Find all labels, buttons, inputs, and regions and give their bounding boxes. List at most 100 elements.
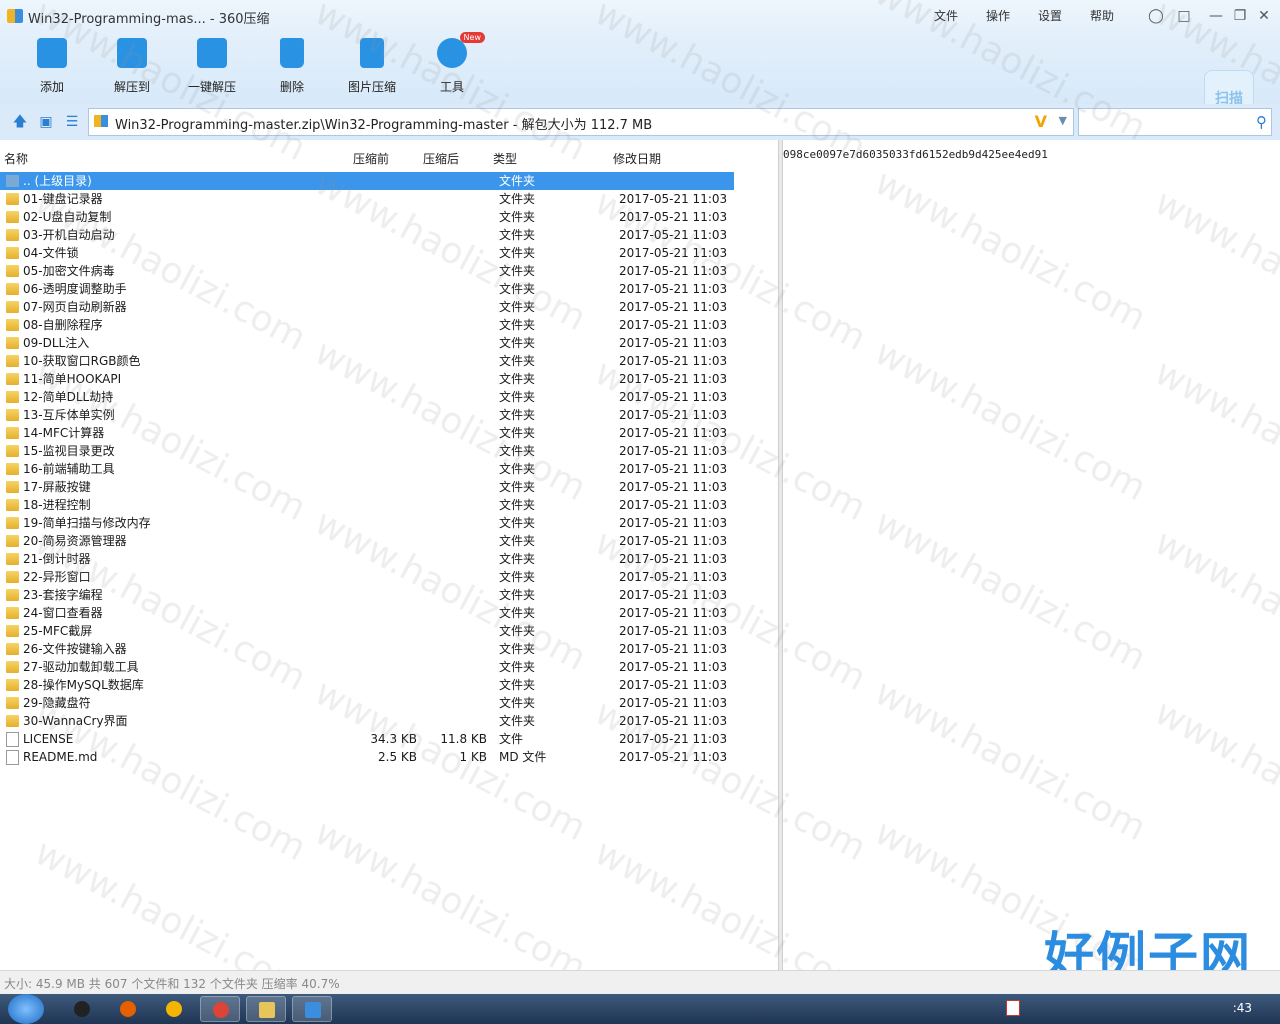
table-row[interactable]: 20-简易资源管理器 文件夹 2017-05-21 11:03 — [0, 532, 734, 550]
one-click-extract-button[interactable]: 一键解压 — [172, 38, 252, 95]
table-row[interactable]: 05-加密文件病毒 文件夹 2017-05-21 11:03 — [0, 262, 734, 280]
file-name: 05-加密文件病毒 — [23, 264, 115, 278]
table-row[interactable]: 19-简单扫描与修改内存 文件夹 2017-05-21 11:03 — [0, 514, 734, 532]
close-button[interactable]: ✕ — [1256, 8, 1272, 24]
file-icon — [6, 750, 19, 765]
search-box[interactable]: ⚲ — [1078, 108, 1272, 136]
table-row[interactable]: 26-文件按键输入器 文件夹 2017-05-21 11:03 — [0, 640, 734, 658]
modified-date: 2017-05-21 11:03 — [619, 354, 728, 368]
add-button[interactable]: 添加 — [12, 38, 92, 95]
table-row[interactable]: 03-开机自动启动 文件夹 2017-05-21 11:03 — [0, 226, 734, 244]
tools-button[interactable]: New 工具 — [412, 32, 492, 95]
file-type: 文件夹 — [499, 192, 536, 206]
image-compress-label: 图片压缩 — [347, 80, 396, 94]
menu-settings[interactable]: 设置 — [1038, 7, 1062, 24]
table-row[interactable]: README.md 2.5 KB 1 KB MD 文件 2017-05-21 11:03 — [0, 748, 734, 766]
column-size-before[interactable]: 压缩前 — [353, 150, 389, 167]
file-name: 12-简单DLL劫持 — [23, 390, 114, 404]
archive-icon — [94, 115, 108, 127]
extract-to-button[interactable]: 解压到 — [92, 38, 172, 95]
address-path: Win32-Programming-master.zip\Win32-Progr… — [115, 118, 653, 133]
search-input[interactable] — [1083, 112, 1247, 134]
table-row[interactable]: 12-简单DLL劫持 文件夹 2017-05-21 11:03 — [0, 388, 734, 406]
maximize-button[interactable]: ❐ — [1232, 8, 1248, 24]
table-row[interactable]: .. (上级目录) 文件夹 — [0, 172, 734, 190]
folder-icon — [6, 445, 19, 457]
file-name: .. (上级目录) — [23, 172, 92, 190]
table-row[interactable]: 17-屏蔽按键 文件夹 2017-05-21 11:03 — [0, 478, 734, 496]
tray-pdf-icon[interactable] — [1006, 1000, 1020, 1016]
address-bar[interactable]: Win32-Programming-master.zip\Win32-Progr… — [88, 108, 1074, 136]
table-row[interactable]: 10-获取窗口RGB颜色 文件夹 2017-05-21 11:03 — [0, 352, 734, 370]
delete-button[interactable]: 删除 — [252, 38, 332, 95]
file-name: 06-透明度调整助手 — [23, 282, 127, 296]
file-name: 26-文件按键输入器 — [23, 642, 127, 656]
modified-date: 2017-05-21 11:03 — [619, 678, 728, 692]
column-modified[interactable]: 修改日期 — [613, 150, 661, 167]
file-type: 文件夹 — [499, 354, 536, 368]
file-type: 文件夹 — [499, 498, 536, 512]
search-icon[interactable]: ⚲ — [1256, 113, 1267, 131]
table-row[interactable]: 15-监视目录更改 文件夹 2017-05-21 11:03 — [0, 442, 734, 460]
menu-operation[interactable]: 操作 — [986, 7, 1010, 24]
menu-help[interactable]: 帮助 — [1090, 7, 1114, 24]
table-row[interactable]: 29-隐藏盘符 文件夹 2017-05-21 11:03 — [0, 694, 734, 712]
v-logo-icon[interactable]: V — [1035, 112, 1047, 131]
folder-icon — [6, 391, 19, 403]
taskbar-firefox[interactable] — [108, 996, 148, 1022]
table-row[interactable]: 01-键盘记录器 文件夹 2017-05-21 11:03 — [0, 190, 734, 208]
column-name[interactable]: 名称 — [4, 150, 28, 167]
modified-date: 2017-05-21 11:03 — [619, 372, 728, 386]
folder-icon — [6, 481, 19, 493]
taskbar-chrome[interactable] — [200, 996, 240, 1022]
folder-icon — [6, 679, 19, 691]
image-compress-button[interactable]: 图片压缩 — [332, 38, 412, 95]
archive-comment-hash: 098ce0097e7d6035033fd6152edb9d425ee4ed91 — [783, 148, 1048, 161]
table-row[interactable]: 14-MFC计算器 文件夹 2017-05-21 11:03 — [0, 424, 734, 442]
table-row[interactable]: 09-DLL注入 文件夹 2017-05-21 11:03 — [0, 334, 734, 352]
menu-file[interactable]: 文件 — [934, 7, 958, 24]
file-name: 17-屏蔽按键 — [23, 480, 91, 494]
taskbar: :43 — [0, 994, 1280, 1024]
feedback-icon[interactable]: □ — [1176, 8, 1192, 24]
skin-shirt-icon[interactable]: ◯ — [1148, 8, 1164, 24]
table-row[interactable]: 02-U盘自动复制 文件夹 2017-05-21 11:03 — [0, 208, 734, 226]
address-bar-row: 🡅 ▣ ☰ Win32-Programming-master.zip\Win32… — [0, 104, 1280, 140]
folder-icon — [6, 553, 19, 565]
table-row[interactable]: 07-网页自动刷新器 文件夹 2017-05-21 11:03 — [0, 298, 734, 316]
table-row[interactable]: 13-互斥体单实例 文件夹 2017-05-21 11:03 — [0, 406, 734, 424]
column-size-after[interactable]: 压缩后 — [423, 150, 459, 167]
table-row[interactable]: 08-自删除程序 文件夹 2017-05-21 11:03 — [0, 316, 734, 334]
table-row[interactable]: 16-前端辅助工具 文件夹 2017-05-21 11:03 — [0, 460, 734, 478]
table-row[interactable]: 04-文件锁 文件夹 2017-05-21 11:03 — [0, 244, 734, 262]
start-button-icon[interactable] — [8, 994, 44, 1024]
file-name: 21-倒计时器 — [23, 552, 91, 566]
table-row[interactable]: LICENSE 34.3 KB 11.8 KB 文件 2017-05-21 11:03 — [0, 730, 734, 748]
table-row[interactable]: 22-异形窗口 文件夹 2017-05-21 11:03 — [0, 568, 734, 586]
thumbnail-view-icon[interactable]: ▣ — [38, 114, 54, 130]
table-row[interactable]: 23-套接字编程 文件夹 2017-05-21 11:03 — [0, 586, 734, 604]
table-row[interactable]: 28-操作MySQL数据库 文件夹 2017-05-21 11:03 — [0, 676, 734, 694]
column-type[interactable]: 类型 — [493, 150, 517, 167]
table-row[interactable]: 24-窗口查看器 文件夹 2017-05-21 11:03 — [0, 604, 734, 622]
taskbar-360zip[interactable] — [292, 996, 332, 1022]
taskbar-qq[interactable] — [62, 996, 102, 1022]
chevron-down-icon[interactable]: ▼ — [1059, 114, 1067, 127]
up-arrow-icon[interactable]: 🡅 — [12, 114, 28, 130]
table-row[interactable]: 25-MFC截屏 文件夹 2017-05-21 11:03 — [0, 622, 734, 640]
taskbar-browser[interactable] — [154, 996, 194, 1022]
modified-date: 2017-05-21 11:03 — [619, 498, 728, 512]
taskbar-explorer[interactable] — [246, 996, 286, 1022]
trash-icon — [280, 38, 304, 68]
table-row[interactable]: 18-进程控制 文件夹 2017-05-21 11:03 — [0, 496, 734, 514]
folder-icon — [6, 625, 19, 637]
list-view-icon[interactable]: ☰ — [64, 114, 80, 130]
table-row[interactable]: 21-倒计时器 文件夹 2017-05-21 11:03 — [0, 550, 734, 568]
table-row[interactable]: 11-简单HOOKAPI 文件夹 2017-05-21 11:03 — [0, 370, 734, 388]
table-row[interactable]: 27-驱动加载卸载工具 文件夹 2017-05-21 11:03 — [0, 658, 734, 676]
table-row[interactable]: 06-透明度调整助手 文件夹 2017-05-21 11:03 — [0, 280, 734, 298]
file-type: 文件夹 — [499, 264, 536, 278]
file-type: 文件夹 — [499, 480, 536, 494]
minimize-button[interactable]: — — [1208, 8, 1224, 24]
table-row[interactable]: 30-WannaCry界面 文件夹 2017-05-21 11:03 — [0, 712, 734, 730]
